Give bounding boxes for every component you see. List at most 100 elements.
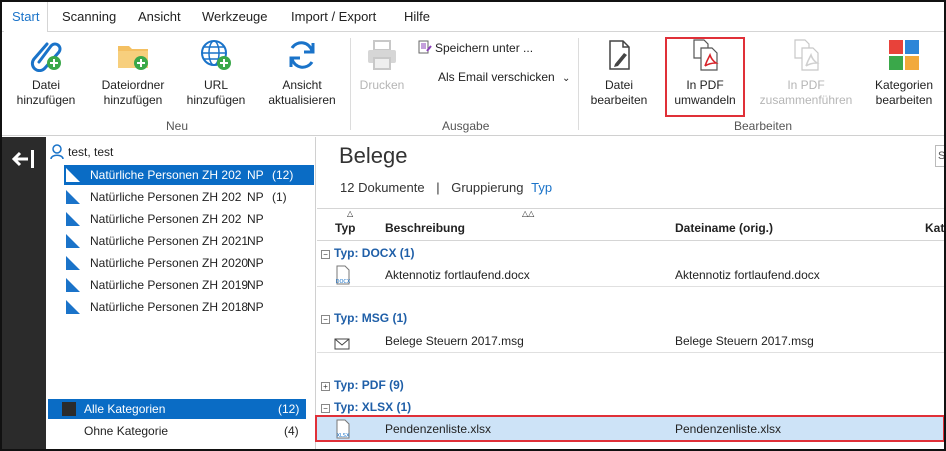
tab-ansicht[interactable]: Ansicht [130,2,189,32]
add-url-button[interactable]: URL hinzufügen [180,38,252,108]
tab-hilfe[interactable]: Hilfe [396,2,438,32]
folder-add-icon [118,46,148,70]
add-file-button[interactable]: Datei hinzufügen [6,38,86,108]
save-as-icon [418,40,432,54]
edit-categories-label-2: bearbeiten [875,93,933,107]
pdf-merge-icon [794,39,820,71]
group-divider [578,38,579,130]
user-icon [50,144,64,160]
save-as-label: Speichern unter ... [435,41,534,55]
group-header-xlsx[interactable]: − Typ: XLSX (1) [321,399,411,415]
edit-file-button[interactable]: Datei bearbeiten [586,38,652,108]
paperclip-add-icon [30,42,62,72]
folder-label: Natürliche Personen ZH 2021 [90,234,249,248]
page-title: Belege [339,143,408,168]
folder-label: Natürliche Personen ZH 202 [90,212,242,226]
refresh-view-button[interactable]: Ansicht aktualisieren [260,38,344,108]
folder-suffix: NP [247,168,264,182]
folder-icon [66,256,80,270]
search-box-edge[interactable]: S [935,145,944,167]
document-list-panel: Belege S 12 Dokumente | Gruppierung Typ … [317,137,944,449]
add-url-label-2: hinzufügen [186,93,246,107]
row-description: Belege Steuern 2017.msg [385,334,524,348]
ribbon: Datei hinzufügen Dateiordner hinzufügen … [2,32,944,136]
folder-item[interactable]: Natürliche Personen ZH 202 NP (1) [64,187,314,207]
column-header-type[interactable]: Typ [335,221,355,235]
grouping-value-link[interactable]: Typ [531,180,552,195]
edit-file-label-1: Datei [604,78,633,92]
svg-text:DOCX: DOCX [336,279,351,285]
globe-add-icon [201,40,231,70]
edit-document-icon [609,40,630,70]
group-header-docx[interactable]: − Typ: DOCX (1) [321,245,414,261]
save-as-button[interactable]: Speichern unter ... [418,40,533,55]
group-header-msg[interactable]: − Typ: MSG (1) [321,310,407,326]
column-header-filename[interactable]: Dateiname (orig.) [675,221,773,235]
folder-item[interactable]: Natürliche Personen ZH 2019 NP [64,275,314,295]
folder-item[interactable]: Natürliche Personen ZH 202 NP (12) [64,165,314,185]
folder-item[interactable]: Natürliche Personen ZH 2020 NP [64,253,314,273]
folder-item[interactable]: Natürliche Personen ZH 2018 NP [64,297,314,317]
group-label-bearbeiten: Bearbeiten [734,119,793,133]
refresh-icon [289,41,315,69]
send-email-label: Als Email verschicken [438,70,555,84]
category-label: Alle Kategorien [84,402,166,416]
tab-werkzeuge[interactable]: Werkzeuge [194,2,276,32]
table-row[interactable]: Belege Steuern 2017.msg Belege Steuern 2… [317,329,944,353]
row-filename: Aktennotiz fortlaufend.docx [675,268,820,282]
folder-suffix: NP [247,300,264,314]
mail-icon [334,334,350,358]
summary-separator: | [436,180,440,195]
group-label: Typ: MSG (1) [334,311,408,325]
collapse-icon[interactable]: − [321,315,330,324]
folder-icon [66,300,80,314]
column-header-description[interactable]: Beschreibung [385,221,465,235]
folder-label: Natürliche Personen ZH 2018 [90,300,249,314]
tab-import-export[interactable]: Import / Export [283,2,384,32]
edit-categories-button[interactable]: Kategorien bearbeiten [866,38,942,108]
app-window: Start Scanning Ansicht Werkzeuge Import … [0,0,946,451]
collapse-icon[interactable]: − [321,250,330,259]
row-filename: Belege Steuern 2017.msg [675,334,814,348]
print-label: Drucken [359,78,405,92]
tab-start[interactable]: Start [4,2,49,33]
add-folder-label-1: Dateiordner [101,78,165,92]
collapse-icon[interactable]: − [321,404,330,413]
add-folder-label-2: hinzufügen [103,93,163,107]
grouping-label: Gruppierung [451,180,524,195]
group-header-pdf[interactable]: + Typ: PDF (9) [321,377,404,393]
merge-pdf-label-2: zusammenführen [759,93,853,107]
folder-item[interactable]: Natürliche Personen ZH 202 NP [64,209,314,229]
highlight-box [665,37,745,117]
folder-icon [66,190,80,204]
group-label-ausgabe: Ausgabe [442,119,490,133]
merge-pdf-button[interactable]: In PDF zusammenführen [754,38,858,108]
category-count: (4) [284,424,299,438]
add-url-label-1: URL [203,78,228,92]
edit-file-label-2: bearbeiten [590,93,648,107]
group-label: Typ: DOCX (1) [334,246,415,260]
tab-scanning[interactable]: Scanning [54,2,124,32]
expand-icon[interactable]: + [321,382,330,391]
send-email-button[interactable]: Als Email verschicken ⌄ [438,70,570,84]
category-all[interactable]: Alle Kategorien (12) [48,399,306,419]
add-file-label-1: Datei [31,78,60,92]
chevron-down-icon: ⌄ [562,73,571,84]
refresh-label-2: aktualisieren [268,93,336,107]
folder-item[interactable]: Natürliche Personen ZH 2021 NP [64,231,314,251]
ribbon-tabbar: Start Scanning Ansicht Werkzeuge Import … [2,2,944,33]
group-divider [350,38,351,130]
nav-bar [2,137,46,449]
add-folder-button[interactable]: Dateiordner hinzufügen [92,38,174,108]
column-header-category[interactable]: Kate [925,221,944,235]
category-none[interactable]: Ohne Kategorie (4) [48,421,306,441]
group-label-neu: Neu [166,119,189,133]
row-description: Aktennotiz fortlaufend.docx [385,268,530,282]
folder-icon [66,212,80,226]
collapse-panel-icon[interactable] [10,148,40,170]
document-count: 12 Dokumente [340,180,425,195]
refresh-label-1: Ansicht [282,78,322,92]
table-row[interactable]: DOCX Aktennotiz fortlaufend.docx Aktenno… [317,263,944,287]
print-button[interactable]: Drucken [354,38,410,93]
folder-suffix: NP [247,278,264,292]
